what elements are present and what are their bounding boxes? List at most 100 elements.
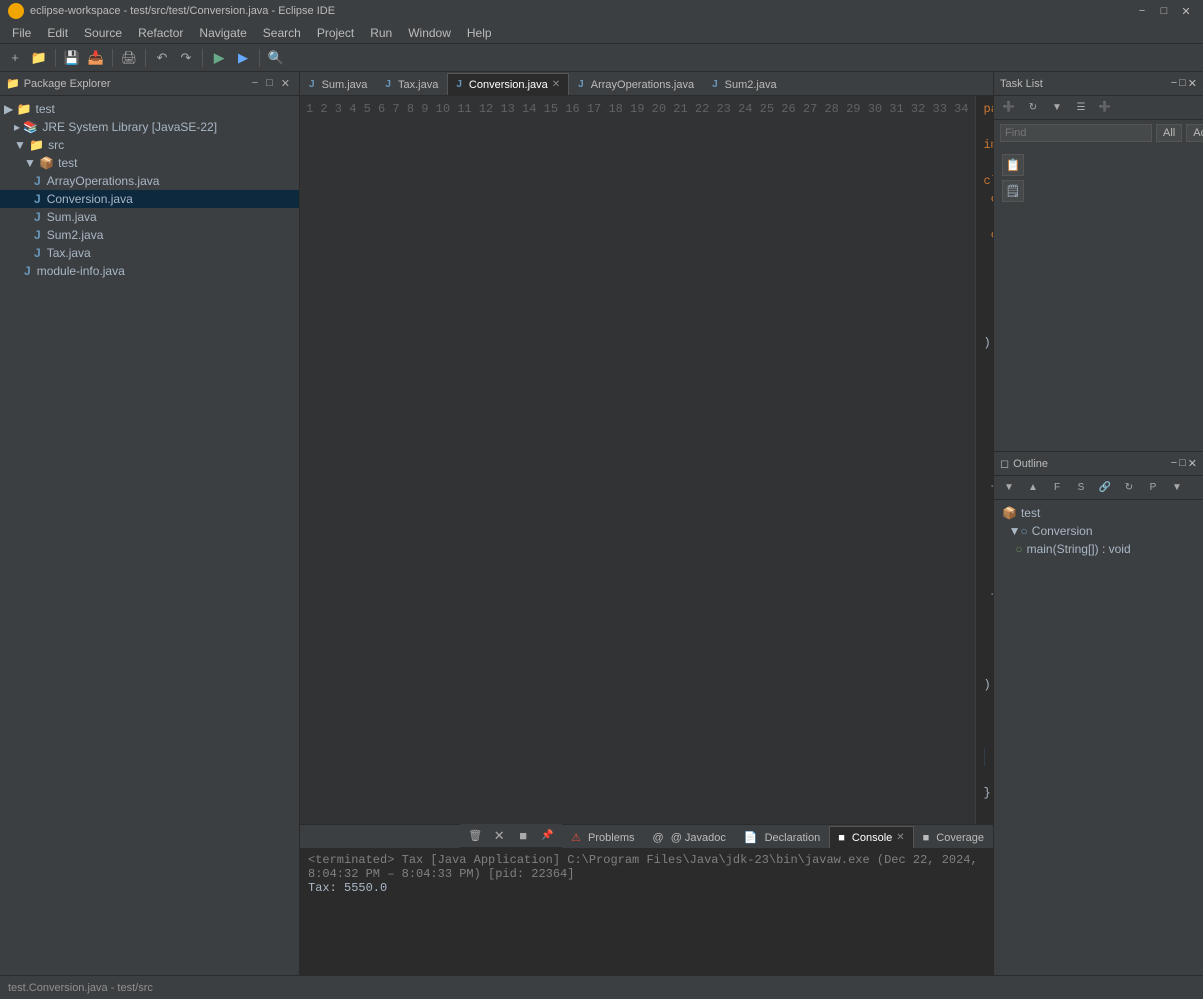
bottom-tabs: 🗑 ✕ ■ 📌 ⚠Problems@@ Javadoc📄Declaration■… bbox=[300, 825, 993, 849]
app-icon bbox=[8, 3, 24, 19]
ol-sync[interactable]: ↻ bbox=[1118, 477, 1140, 499]
bottom-tab-Coverage[interactable]: ■Coverage bbox=[914, 826, 993, 848]
outline-item-test[interactable]: 📦test bbox=[998, 504, 1199, 522]
find-input[interactable] bbox=[1000, 124, 1152, 142]
open-button[interactable]: 📁 bbox=[28, 47, 50, 69]
find-bar: All Activate... bbox=[994, 120, 1203, 146]
menu-source[interactable]: Source bbox=[76, 24, 130, 42]
tl-filter[interactable]: ▼ bbox=[1046, 97, 1068, 119]
pe-maximize-button[interactable]: □ bbox=[263, 76, 276, 91]
outline-item-icon: ○ bbox=[1015, 542, 1022, 556]
tab-label: ArrayOperations.java bbox=[591, 79, 694, 91]
tree-item-Sum-java[interactable]: JSum.java bbox=[0, 208, 299, 226]
console-stop-button[interactable]: ■ bbox=[512, 825, 534, 847]
tree-item-label: Sum.java bbox=[47, 210, 97, 224]
tree-item-ArrayOperations-java[interactable]: JArrayOperations.java bbox=[0, 172, 299, 190]
tree-item-test[interactable]: ▶ 📁test bbox=[0, 100, 299, 118]
debug-button[interactable]: ▶ bbox=[232, 47, 254, 69]
menu-file[interactable]: File bbox=[4, 24, 39, 42]
ol-minimize[interactable]: − bbox=[1171, 457, 1177, 470]
ol-more[interactable]: ▼ bbox=[1166, 477, 1188, 499]
code-editor[interactable]: package test; import java.util.Scanner; … bbox=[976, 96, 993, 824]
bottom-panel: 🗑 ✕ ■ 📌 ⚠Problems@@ Javadoc📄Declaration■… bbox=[300, 824, 993, 975]
menu-project[interactable]: Project bbox=[309, 24, 362, 42]
tl-minimize[interactable]: − bbox=[1171, 77, 1177, 90]
tl-maximize[interactable]: □ bbox=[1179, 77, 1186, 90]
new-button[interactable]: + bbox=[4, 47, 26, 69]
bottom-tab-Console[interactable]: ■Console ✕ bbox=[829, 826, 913, 848]
java-file-icon: J bbox=[34, 192, 43, 206]
search-toolbar-button[interactable]: 🔍 bbox=[265, 47, 287, 69]
tl-new-task[interactable]: ➕ bbox=[998, 97, 1020, 119]
editor-tab-ArrayOperations-java[interactable]: JArrayOperations.java bbox=[569, 73, 703, 95]
tree-item-JRE-System-Library--JavaSE-22-[interactable]: ▸ 📚JRE System Library [JavaSE-22] bbox=[0, 118, 299, 136]
bottom-tab-Problems[interactable]: ⚠Problems bbox=[562, 826, 643, 848]
close-button[interactable]: ✕ bbox=[1177, 2, 1195, 20]
ol-hide-non-public[interactable]: P bbox=[1142, 477, 1164, 499]
undo-button[interactable]: ↶ bbox=[151, 47, 173, 69]
menu-run[interactable]: Run bbox=[362, 24, 400, 42]
tree-item-module-info-java[interactable]: Jmodule-info.java bbox=[0, 262, 299, 280]
close-tab-button[interactable]: ✕ bbox=[552, 79, 560, 90]
print-button[interactable]: 🖨 bbox=[118, 47, 140, 69]
ol-maximize[interactable]: □ bbox=[1179, 457, 1186, 470]
tree-item-test[interactable]: ▼ 📦test bbox=[0, 154, 299, 172]
redo-button[interactable]: ↷ bbox=[175, 47, 197, 69]
outline-item-Conversion[interactable]: ▼ ○Conversion bbox=[998, 522, 1199, 540]
bottom-tab-Declaration[interactable]: 📄Declaration bbox=[735, 826, 829, 848]
minimize-button[interactable]: − bbox=[1133, 2, 1151, 20]
outline-item-label: test bbox=[1021, 506, 1040, 520]
code-container: 1 2 3 4 5 6 7 8 9 10 11 12 13 14 15 16 1… bbox=[300, 96, 993, 824]
menu-search[interactable]: Search bbox=[255, 24, 309, 42]
pe-close-button[interactable]: ✕ bbox=[278, 76, 293, 91]
save-button[interactable]: 💾 bbox=[61, 47, 83, 69]
task-icon-2[interactable]: 🗒 bbox=[1002, 180, 1024, 202]
save-all-button[interactable]: 📥 bbox=[85, 47, 107, 69]
java-tab-icon: J bbox=[712, 79, 718, 90]
ol-sort[interactable]: ▲ bbox=[1022, 477, 1044, 499]
tl-columns[interactable]: ☰ bbox=[1070, 97, 1092, 119]
menu-refactor[interactable]: Refactor bbox=[130, 24, 191, 42]
package-explorer-tree: ▶ 📁test ▸ 📚JRE System Library [JavaSE-22… bbox=[0, 96, 299, 975]
tl-collapse[interactable]: ➕ bbox=[1094, 97, 1116, 119]
ol-filter-static[interactable]: S bbox=[1070, 477, 1092, 499]
console-icon: ■ bbox=[838, 832, 845, 844]
maximize-button[interactable]: □ bbox=[1155, 2, 1173, 20]
java-file-icon: J bbox=[24, 264, 33, 278]
editor-tab-Sum2-java[interactable]: JSum2.java bbox=[703, 73, 786, 95]
java-tab-icon: J bbox=[456, 79, 462, 90]
tl-refresh[interactable]: ↻ bbox=[1022, 97, 1044, 119]
outline-item-main-String------void[interactable]: ○main(String[]) : void bbox=[998, 540, 1199, 558]
bottom-tab---Javadoc[interactable]: @@ Javadoc bbox=[644, 826, 735, 848]
tree-item-Sum2-java[interactable]: JSum2.java bbox=[0, 226, 299, 244]
editor-tab-Tax-java[interactable]: JTax.java bbox=[376, 73, 447, 95]
tree-item-Tax-java[interactable]: JTax.java bbox=[0, 244, 299, 262]
outline-panel: ◻ Outline − □ ✕ ▼ ▲ F S 🔗 ↻ P ▼ bbox=[994, 452, 1203, 975]
run-button[interactable]: ▶ bbox=[208, 47, 230, 69]
editor-tab-Conversion-java[interactable]: JConversion.java✕ bbox=[447, 73, 569, 95]
task-icon-1[interactable]: 📋 bbox=[1002, 154, 1024, 176]
toolbar-sep-3 bbox=[145, 49, 146, 67]
package-explorer-title: Package Explorer bbox=[24, 78, 111, 90]
menu-help[interactable]: Help bbox=[459, 24, 500, 42]
activate-button[interactable]: Activate... bbox=[1186, 124, 1203, 142]
ol-collapse-all[interactable]: ▼ bbox=[998, 477, 1020, 499]
close-console-tab-button[interactable]: ✕ bbox=[896, 832, 904, 843]
ol-link[interactable]: 🔗 bbox=[1094, 477, 1116, 499]
tl-close[interactable]: ✕ bbox=[1188, 77, 1197, 90]
pe-minimize-button[interactable]: − bbox=[249, 76, 261, 91]
menu-navigate[interactable]: Navigate bbox=[191, 24, 254, 42]
menu-edit[interactable]: Edit bbox=[39, 24, 76, 42]
tree-item-src[interactable]: ▼ 📁src bbox=[0, 136, 299, 154]
ol-close[interactable]: ✕ bbox=[1188, 457, 1197, 470]
pin-console-button[interactable]: 📌 bbox=[536, 825, 558, 847]
find-all-button[interactable]: All bbox=[1156, 124, 1182, 142]
close-console-button[interactable]: ✕ bbox=[488, 825, 510, 847]
console-toolbar: 🗑 ✕ ■ 📌 bbox=[460, 824, 562, 848]
clear-console-button[interactable]: 🗑 bbox=[464, 825, 486, 847]
editor-tabs: JSum.javaJTax.javaJConversion.java✕JArra… bbox=[300, 72, 993, 96]
editor-tab-Sum-java[interactable]: JSum.java bbox=[300, 73, 376, 95]
ol-filter-fields[interactable]: F bbox=[1046, 477, 1068, 499]
tree-item-Conversion-java[interactable]: JConversion.java bbox=[0, 190, 299, 208]
menu-window[interactable]: Window bbox=[400, 24, 459, 42]
